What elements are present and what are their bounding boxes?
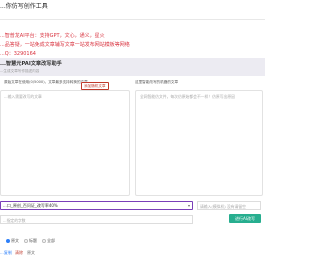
- word-count-placeholder: ...指定的字数: [3, 218, 26, 223]
- radio-original[interactable]: 原文: [6, 238, 19, 244]
- promo-line-2: ...品答疑，一站免成文章辅写文章一站发布网站模板等网络: [0, 42, 130, 48]
- clear-link[interactable]: 清除: [15, 250, 23, 256]
- chevron-down-icon: ▾: [187, 203, 190, 208]
- promo-line-3: ...Q：3290164: [0, 51, 36, 57]
- left-panel-header: 原始文章在使用(0/5000)，文章最多支持转换的文章: [4, 80, 88, 84]
- source-article-textarea[interactable]: ...输入需要改写的文章: [0, 90, 130, 196]
- radio-dot-icon: [24, 239, 28, 243]
- result-placeholder: 全网智能仿文件，每次仿原始都会不一样！仿原写出原因: [140, 94, 235, 99]
- rewrite-mode-select[interactable]: ...口_原创_百问证_改写率40% ▾: [0, 201, 193, 210]
- generate-button[interactable]: 进行AI改写: [229, 214, 261, 223]
- rewrite-mode-value: ...口_原创_百问证_改写率40%: [3, 203, 58, 208]
- name-input-placeholder: 请输入(模拟机) 没有请留空: [200, 204, 246, 209]
- original-link[interactable]: 原文: [27, 250, 35, 256]
- name-input[interactable]: 请输入(模拟机) 没有请留空: [197, 201, 261, 210]
- radio-title[interactable]: 标题: [24, 238, 37, 244]
- header-divider: [0, 19, 265, 20]
- section-title: ...智慧元PAI文章改写助手: [0, 61, 62, 67]
- copy-link[interactable]: ...复制: [0, 250, 12, 256]
- right-panel-header: 这里智能改写的机器的文章: [135, 80, 179, 84]
- promo-line-1: ...智普龙AI平台：支持GPT，文心，通义，星火: [0, 33, 105, 39]
- radio-dot-icon: [6, 239, 10, 243]
- radio-label: 原文: [11, 238, 19, 243]
- radio-dot-icon: [42, 239, 46, 243]
- source-placeholder: ...输入需要改写的文章: [4, 94, 42, 99]
- add-random-article-button[interactable]: 添加随机文章: [81, 82, 109, 90]
- word-count-input[interactable]: ...指定的字数: [0, 215, 193, 224]
- radio-all[interactable]: 全部: [42, 238, 55, 244]
- app-title: ...你仿写创作工具: [0, 3, 48, 10]
- result-article-textarea[interactable]: 全网智能仿文件，每次仿原始都会不一样！仿原写出原因: [135, 90, 263, 196]
- radio-label: 全部: [47, 238, 55, 243]
- section-subtitle: ...生成文章写作描述内容: [0, 69, 40, 73]
- radio-label: 标题: [29, 238, 37, 243]
